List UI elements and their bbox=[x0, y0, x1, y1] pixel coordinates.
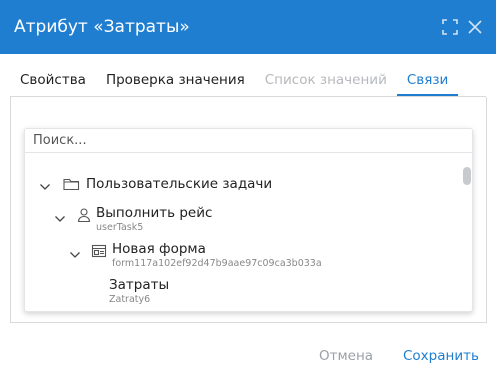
tree-node-id: form117a102ef92d47b9aae97c09ca3b033a bbox=[112, 258, 322, 269]
chevron-down-icon[interactable] bbox=[54, 210, 66, 222]
tab-links[interactable]: Связи bbox=[396, 68, 459, 96]
tree-node-id: Zatraty6 bbox=[109, 294, 151, 305]
user-icon bbox=[76, 207, 92, 223]
attribute-dialog: Атрибут «Затраты» Свойства Проверка знач… bbox=[0, 0, 496, 374]
tree-node-user-task[interactable]: Выполнить рейс userTask5 bbox=[25, 203, 455, 233]
dialog-header: Атрибут «Затраты» bbox=[0, 0, 496, 54]
cancel-button[interactable]: Отмена bbox=[319, 347, 373, 365]
chevron-down-icon[interactable] bbox=[69, 246, 81, 258]
save-button[interactable]: Сохранить bbox=[403, 347, 479, 365]
tab-value-list: Список значений bbox=[264, 72, 387, 88]
tree-node-label: Затраты bbox=[109, 277, 170, 293]
chevron-down-icon[interactable] bbox=[39, 178, 51, 190]
folder-icon bbox=[63, 176, 80, 192]
tree-dropdown: Пользовательские задачи Выполнить рейс u… bbox=[24, 128, 473, 312]
scrollbar-thumb[interactable] bbox=[463, 167, 471, 185]
tab-bar: Свойства Проверка значения Список значен… bbox=[10, 68, 459, 96]
fullscreen-icon[interactable] bbox=[441, 18, 459, 36]
tree-node-id: userTask5 bbox=[96, 222, 144, 233]
tree-node-label: Новая форма bbox=[112, 241, 206, 257]
tab-value-check[interactable]: Проверка значения bbox=[96, 68, 255, 96]
search-input[interactable] bbox=[25, 129, 472, 153]
dialog-title: Атрибут «Затраты» bbox=[14, 17, 190, 37]
close-icon[interactable] bbox=[466, 18, 484, 36]
tab-properties[interactable]: Свойства bbox=[10, 68, 96, 96]
form-icon bbox=[91, 243, 107, 259]
tree-node-attribute[interactable]: Затраты Zatraty6 bbox=[25, 275, 455, 305]
tree-node-user-tasks[interactable]: Пользовательские задачи bbox=[25, 173, 455, 195]
tree-node-label: Выполнить рейс bbox=[96, 205, 213, 221]
tree-node-form[interactable]: Новая форма form117a102ef92d47b9aae97c09… bbox=[25, 239, 455, 269]
tree-node-label: Пользовательские задачи bbox=[86, 176, 273, 192]
